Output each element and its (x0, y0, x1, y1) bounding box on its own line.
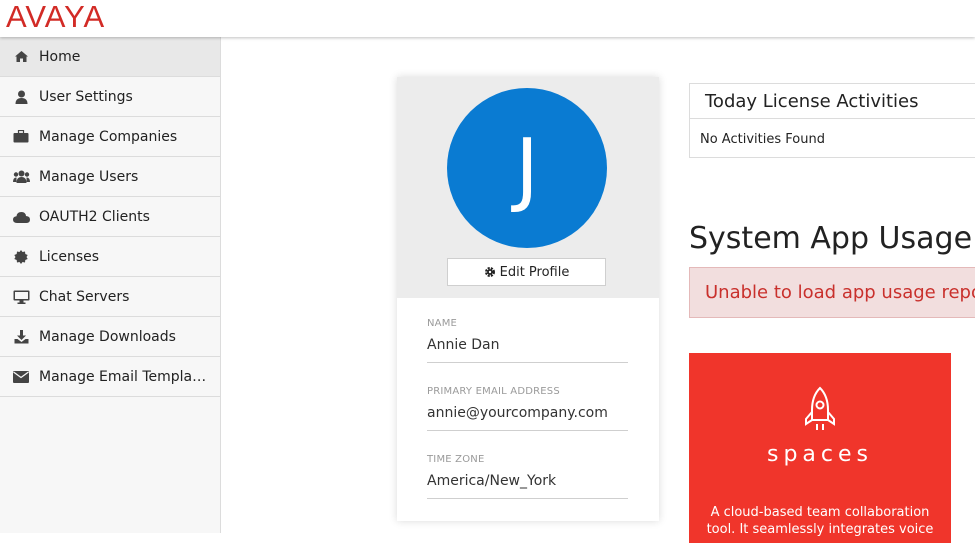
sidebar: Home User Settings Manage Companies Mana… (0, 37, 221, 533)
sidebar-item-manage-users[interactable]: Manage Users (0, 157, 220, 197)
avatar: J (447, 88, 607, 248)
field-label: TIME ZONE (427, 454, 485, 465)
edit-profile-label: Edit Profile (499, 264, 570, 280)
sidebar-item-chat-servers[interactable]: Chat Servers (0, 277, 220, 317)
rocket-icon (804, 386, 836, 436)
field-value: America/New_York (427, 473, 557, 489)
avaya-logo[interactable]: AVAYA (6, 0, 105, 34)
email-field: PRIMARY EMAIL ADDRESS annie@yourcompany.… (427, 386, 628, 431)
field-value: annie@yourcompany.com (427, 405, 608, 421)
spaces-logo-text: spaces (766, 442, 873, 467)
desktop-icon (12, 288, 30, 306)
user-icon (12, 88, 30, 106)
sidebar-item-oauth2-clients[interactable]: OAUTH2 Clients (0, 197, 220, 237)
sidebar-item-manage-companies[interactable]: Manage Companies (0, 117, 220, 157)
sidebar-item-home[interactable]: Home (0, 37, 220, 77)
error-alert: Unable to load app usage repo (689, 267, 975, 318)
sidebar-item-label: Manage Email Templa… (39, 368, 207, 385)
profile-header: J Edit Profile (397, 77, 659, 298)
sidebar-item-manage-email-templates[interactable]: Manage Email Templa… (0, 357, 220, 397)
timezone-field: TIME ZONE America/New_York (427, 454, 628, 499)
section-title: System App Usage (689, 221, 973, 256)
sidebar-item-label: Licenses (39, 248, 100, 265)
certificate-icon (12, 248, 30, 266)
edit-profile-button[interactable]: Edit Profile (447, 258, 606, 286)
home-icon (12, 48, 30, 66)
top-bar: AVAYA (0, 0, 975, 37)
name-field: NAME Annie Dan (427, 318, 628, 363)
field-label: PRIMARY EMAIL ADDRESS (427, 386, 560, 397)
sidebar-item-label: Manage Companies (39, 128, 178, 145)
sidebar-item-label: OAUTH2 Clients (39, 208, 150, 225)
panel-title: Today License Activities (690, 84, 975, 119)
empty-message: No Activities Found (700, 131, 825, 147)
sidebar-item-manage-downloads[interactable]: Manage Downloads (0, 317, 220, 357)
envelope-icon (12, 368, 30, 386)
license-activities-panel: Today License Activities No Activities F… (689, 83, 975, 158)
briefcase-icon (12, 128, 30, 146)
cloud-icon (12, 208, 30, 226)
sidebar-item-licenses[interactable]: Licenses (0, 237, 220, 277)
field-value: Annie Dan (427, 337, 500, 353)
gear-icon (484, 266, 500, 278)
sidebar-item-label: Manage Users (39, 168, 139, 185)
sidebar-item-label: User Settings (39, 88, 133, 105)
sidebar-item-label: Manage Downloads (39, 328, 176, 345)
field-label: NAME (427, 318, 458, 329)
sidebar-item-label: Home (39, 48, 81, 65)
profile-card: J Edit Profile NAME Annie Dan PRIMARY EM… (397, 77, 659, 521)
sidebar-item-user-settings[interactable]: User Settings (0, 77, 220, 117)
download-icon (12, 328, 30, 346)
sidebar-item-label: Chat Servers (39, 288, 130, 305)
main-content: J Edit Profile NAME Annie Dan PRIMARY EM… (221, 37, 975, 543)
spaces-card[interactable]: spaces A cloud-based team collaboration … (689, 353, 951, 543)
users-icon (12, 168, 30, 186)
